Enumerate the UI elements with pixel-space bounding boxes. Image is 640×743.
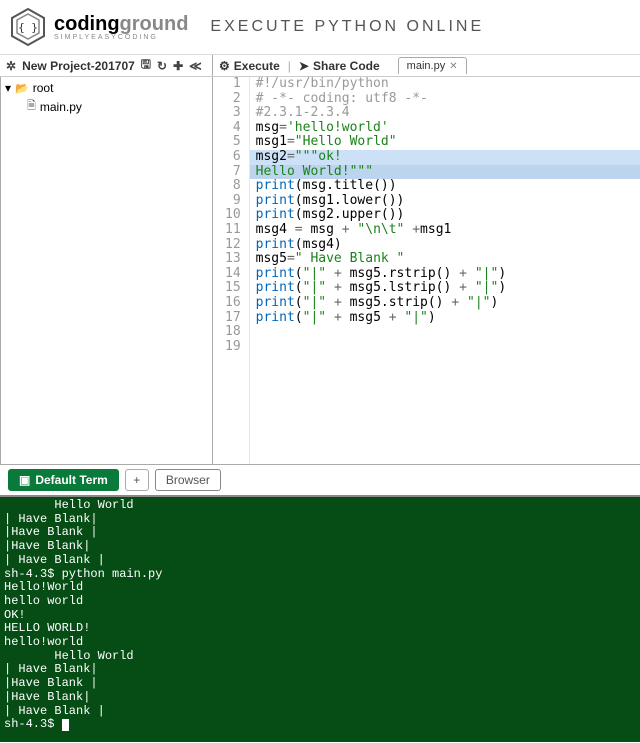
divider: | [288,59,291,73]
close-icon[interactable]: ≪ [189,59,202,73]
brand-logo[interactable]: { } codingground SIMPLYEASYCODING [8,7,188,47]
brand-sub: SIMPLYEASYCODING [54,34,188,41]
tab-main-py[interactable]: main.py ✕ [398,57,467,74]
tree-root[interactable]: ▾ 📂 root [5,80,208,96]
code-editor[interactable]: 12345678910111213141516171819 #!/usr/bin… [213,77,640,465]
tab-default-term[interactable]: ▣ Default Term [8,469,119,491]
file-tree: ▾ 📂 root 🗎 main.py [0,77,213,465]
file-icon: 🗎 [27,97,36,116]
tree-file-main-py[interactable]: 🗎 main.py [5,96,208,117]
share-icon: ➤ [299,59,309,73]
refresh-icon[interactable]: ↻ [157,59,167,73]
page-title: EXECUTE PYTHON ONLINE [210,18,632,36]
execute-icon: ⚙ [219,59,230,73]
brand-a: coding [54,13,120,35]
save-icon[interactable]: 🖫 [141,55,151,76]
terminal-tabs: ▣ Default Term + Browser [0,465,640,497]
brand-b: ground [120,13,189,35]
tab-browser[interactable]: Browser [155,469,221,491]
terminal-icon: ▣ [19,473,30,487]
project-name[interactable]: New Project-201707 [22,59,135,73]
code-lines[interactable]: #!/usr/bin/python# -*- coding: utf8 -*-#… [250,77,640,464]
share-button[interactable]: ➤ Share Code [299,59,380,73]
add-icon[interactable]: ✚ [173,59,183,73]
gear-icon[interactable]: ✲ [6,59,16,73]
folder-icon: 📂 [15,82,29,95]
tab-close-icon[interactable]: ✕ [449,61,457,72]
editor-toolbar: ⚙ Execute | ➤ Share Code main.py ✕ [213,55,640,77]
svg-text:{ }: { } [18,21,38,34]
toolbar-row: ✲ New Project-201707 🖫 ↻ ✚ ≪ ⚙ Execute |… [0,55,640,77]
project-toolbar: ✲ New Project-201707 🖫 ↻ ✚ ≪ [0,55,213,76]
line-gutter: 12345678910111213141516171819 [213,77,250,464]
execute-button[interactable]: ⚙ Execute [219,59,280,73]
collapse-icon[interactable]: ▾ [5,81,11,95]
add-tab-button[interactable]: + [125,469,149,491]
terminal-output[interactable]: Hello World| Have Blank||Have Blank ||Ha… [0,497,640,742]
logo-icon: { } [8,7,48,47]
header: { } codingground SIMPLYEASYCODING EXECUT… [0,0,640,55]
